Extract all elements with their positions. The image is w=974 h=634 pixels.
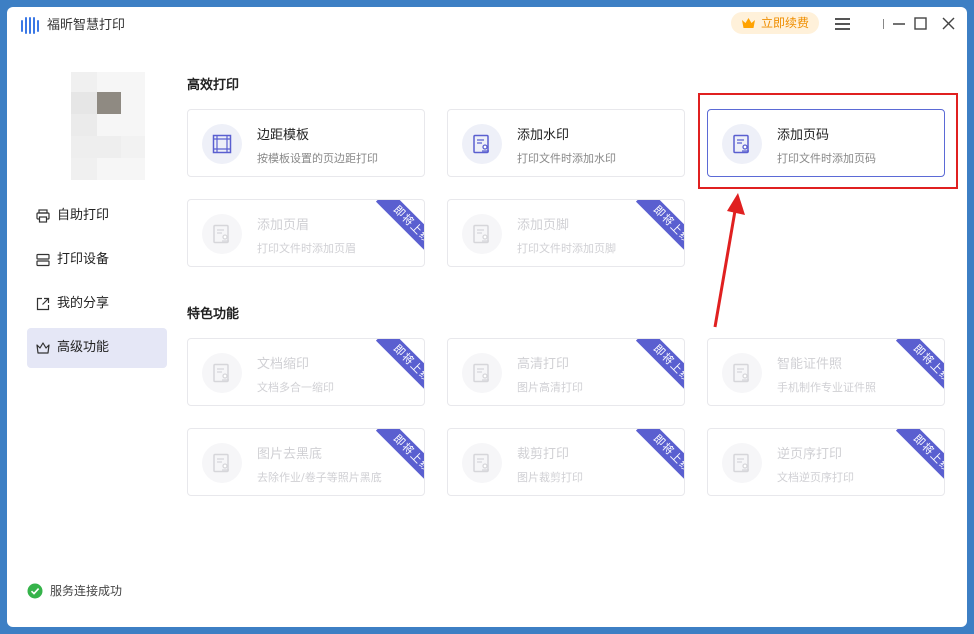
sidebar-item-self-print[interactable]: 自助打印: [27, 196, 167, 236]
section-title-featured: 特色功能: [187, 303, 239, 322]
sidebar-item-label: 高级功能: [57, 340, 109, 355]
footer-icon: [472, 224, 492, 244]
card-add-watermark[interactable]: 添加水印 打印文件时添加水印: [447, 109, 685, 177]
margin-template-icon: [212, 134, 232, 154]
card-title: 裁剪打印: [517, 443, 569, 462]
sidebar-item-label: 自助打印: [57, 208, 109, 223]
sidebar-item-label: 我的分享: [57, 296, 109, 311]
card-title: 文档缩印: [257, 353, 309, 372]
card-desc: 手机制作专业证件照: [777, 379, 876, 395]
card-icon-wrap: [202, 353, 242, 393]
card-desc: 打印文件时添加页眉: [257, 240, 356, 256]
coming-soon-badge: 即将上线: [364, 200, 424, 260]
card-title: 逆页序打印: [777, 443, 842, 462]
card-desc: 打印文件时添加页码: [777, 150, 876, 166]
coming-soon-badge: 即将上线: [364, 339, 424, 399]
renew-button[interactable]: 立即续费: [731, 12, 819, 34]
card-desc: 文档逆页序打印: [777, 469, 854, 485]
coming-soon-badge: 即将上线: [364, 429, 424, 489]
card-icon-wrap: [202, 214, 242, 254]
titlebar-divider: [883, 19, 884, 29]
menu-icon[interactable]: [834, 15, 852, 33]
coming-soon-badge: 即将上线: [624, 429, 684, 489]
card-title: 图片去黑底: [257, 443, 322, 462]
card-remove-black: 图片去黑底 去除作业/卷子等照片黑底 即将上线: [187, 428, 425, 496]
annotation-arrow-icon: [707, 191, 747, 331]
card-add-footer: 添加页脚 打印文件时添加页脚 即将上线: [447, 199, 685, 267]
sidebar-item-label: 打印设备: [57, 252, 109, 267]
id-photo-icon: [732, 363, 752, 383]
minimize-icon[interactable]: [890, 15, 908, 33]
app-logo-icon: [21, 17, 39, 34]
card-desc: 去除作业/卷子等照片黑底: [257, 469, 382, 485]
coming-soon-badge: 即将上线: [624, 200, 684, 260]
card-icon-wrap: [722, 353, 762, 393]
sidebar-item-advanced[interactable]: 高级功能: [27, 328, 167, 368]
card-icon-wrap: [462, 214, 502, 254]
renew-label: 立即续费: [761, 16, 809, 30]
app-title: 福昕智慧打印: [47, 17, 125, 35]
avatar[interactable]: [71, 72, 145, 180]
card-reverse-order: 逆页序打印 文档逆页序打印 即将上线: [707, 428, 945, 496]
card-title: 高清打印: [517, 353, 569, 372]
card-desc: 按模板设置的页边距打印: [257, 150, 378, 166]
card-add-header: 添加页眉 打印文件时添加页眉 即将上线: [187, 199, 425, 267]
card-margin-template[interactable]: 边距模板 按模板设置的页边距打印: [187, 109, 425, 177]
card-icon-wrap: [462, 443, 502, 483]
hd-print-icon: [472, 363, 492, 383]
device-icon: [36, 253, 50, 267]
section-title-efficient-print: 高效打印: [187, 74, 239, 93]
title-bar: 福昕智慧打印 立即续费: [7, 7, 967, 41]
card-desc: 打印文件时添加页脚: [517, 240, 616, 256]
card-title: 智能证件照: [777, 353, 842, 372]
card-desc: 图片裁剪打印: [517, 469, 583, 485]
doc-shrink-icon: [212, 363, 232, 383]
card-icon-wrap: [722, 443, 762, 483]
card-icon-wrap: [202, 124, 242, 164]
status-text: 服务连接成功: [50, 584, 122, 598]
card-icon-wrap: [202, 443, 242, 483]
crown-icon: [36, 341, 50, 355]
card-title: 添加水印: [517, 124, 569, 143]
remove-black-icon: [212, 453, 232, 473]
card-desc: 打印文件时添加水印: [517, 150, 616, 166]
card-hd-print: 高清打印 图片高清打印 即将上线: [447, 338, 685, 406]
crop-print-icon: [472, 453, 492, 473]
maximize-icon[interactable]: [912, 15, 930, 33]
crown-icon: [741, 17, 756, 29]
card-icon-wrap: [462, 124, 502, 164]
card-add-page-number[interactable]: 添加页码 打印文件时添加页码: [707, 109, 945, 177]
share-icon: [36, 297, 50, 311]
card-icon-wrap: [722, 124, 762, 164]
app-window: 福昕智慧打印 立即续费: [7, 7, 967, 627]
watermark-icon: [472, 134, 492, 154]
header-icon: [212, 224, 232, 244]
reverse-order-icon: [732, 453, 752, 473]
card-title: 添加页眉: [257, 214, 309, 233]
check-circle-icon: [27, 583, 43, 599]
card-id-photo: 智能证件照 手机制作专业证件照 即将上线: [707, 338, 945, 406]
card-title: 添加页脚: [517, 214, 569, 233]
card-crop-print: 裁剪打印 图片裁剪打印 即将上线: [447, 428, 685, 496]
coming-soon-badge: 即将上线: [884, 339, 944, 399]
card-title: 添加页码: [777, 124, 829, 143]
card-doc-shrink: 文档缩印 文档多合一缩印 即将上线: [187, 338, 425, 406]
coming-soon-badge: 即将上线: [624, 339, 684, 399]
sidebar-item-print-devices[interactable]: 打印设备: [27, 240, 167, 280]
printer-icon: [36, 209, 50, 223]
coming-soon-badge: 即将上线: [884, 429, 944, 489]
sidebar-item-my-share[interactable]: 我的分享: [27, 284, 167, 324]
card-desc: 文档多合一缩印: [257, 379, 334, 395]
page-number-icon: [732, 134, 752, 154]
card-icon-wrap: [462, 353, 502, 393]
connection-status: 服务连接成功: [27, 583, 122, 599]
card-desc: 图片高清打印: [517, 379, 583, 395]
card-title: 边距模板: [257, 124, 309, 143]
close-icon[interactable]: [940, 15, 958, 33]
